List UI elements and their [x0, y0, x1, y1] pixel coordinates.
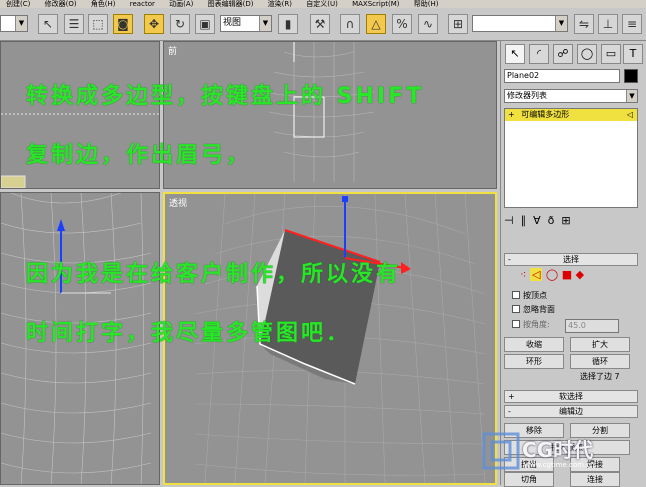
- menu-help[interactable]: 帮助(H): [414, 0, 439, 8]
- named-selection-dropdown[interactable]: ▼: [472, 15, 568, 32]
- select-manipulate-icon[interactable]: ⚒: [310, 14, 330, 34]
- angle-spinner[interactable]: 45.0: [565, 319, 619, 333]
- border-mode-icon[interactable]: ◯: [546, 268, 558, 281]
- create-tab-icon[interactable]: ↖: [505, 44, 525, 64]
- selection-status: 选择了边 7: [580, 372, 620, 381]
- remove-modifier-icon[interactable]: ð: [548, 214, 562, 227]
- menu-modifiers[interactable]: 修改器(O): [45, 0, 77, 8]
- overlay-text-line4: 时间打字，我尽量多管图吧．: [26, 321, 352, 346]
- snap-toggle-icon[interactable]: ∩: [340, 14, 360, 34]
- utilities-tab-icon[interactable]: T: [623, 44, 643, 64]
- shrink-button[interactable]: 收缩: [504, 337, 564, 352]
- menu-create[interactable]: 创建(C): [6, 0, 30, 8]
- move-icon[interactable]: ✥: [144, 14, 164, 34]
- display-tab-icon[interactable]: ▭: [601, 44, 621, 64]
- hierarchy-tab-icon[interactable]: ☍: [553, 44, 573, 64]
- polygon-mode-icon[interactable]: ■: [562, 268, 572, 281]
- by-angle-checkbox[interactable]: 按角度:: [512, 320, 550, 330]
- motion-tab-icon[interactable]: ◯: [577, 44, 597, 64]
- object-color-swatch[interactable]: [624, 69, 638, 83]
- edge-mode-icon[interactable]: ◁: [529, 268, 543, 281]
- spinner-snap-icon[interactable]: ∿: [418, 14, 438, 34]
- overlay-text-line2: 复制边，作出眉弓，: [26, 143, 252, 168]
- edit-edges-rollout-header[interactable]: - 编辑边: [504, 405, 638, 418]
- percent-snap-icon[interactable]: %: [392, 14, 412, 34]
- selection-filter-dropdown[interactable]: ▼: [0, 15, 28, 32]
- element-mode-icon[interactable]: ◆: [576, 268, 584, 281]
- menu-customize[interactable]: 自定义(U): [306, 0, 338, 8]
- menu-reactor[interactable]: reactor: [130, 0, 155, 8]
- mirror-icon[interactable]: ⇋: [574, 14, 594, 34]
- modifier-stack: + 可编辑多边形 ◁: [504, 108, 638, 208]
- stack-item-editable-poly[interactable]: + 可编辑多边形 ◁: [505, 109, 637, 121]
- logo-url: www.cgtime.com.cn: [524, 461, 595, 469]
- object-name-field[interactable]: Plane02: [504, 69, 620, 83]
- configure-icon[interactable]: ⊞: [561, 214, 577, 227]
- rect-selection-icon[interactable]: ⬚: [88, 14, 108, 34]
- window-crossing-icon[interactable]: ◙: [113, 14, 133, 34]
- triangle-icon: ◁: [626, 110, 633, 119]
- scale-icon[interactable]: ▣: [195, 14, 215, 34]
- chevron-down-icon: ▼: [259, 16, 271, 31]
- subobject-icons: ⁖ ◁ ◯ ■ ◆: [520, 268, 630, 284]
- plus-icon: +: [508, 110, 515, 119]
- layer-icon[interactable]: ≡: [622, 14, 642, 34]
- select-by-name-icon[interactable]: ☰: [64, 14, 84, 34]
- pin-stack-icon[interactable]: ⊣: [504, 214, 521, 227]
- overlay-text-line1: 转换成多边型，按键盘上的 SHIFT: [26, 84, 425, 109]
- chevron-down-icon: ▼: [626, 90, 637, 102]
- menu-animation[interactable]: 动画(A): [169, 0, 193, 8]
- overlay-text-line3: 因为我是在给客户制作，所以没有: [26, 262, 402, 287]
- chevron-down-icon: ▼: [15, 16, 27, 31]
- angle-snap-icon[interactable]: △: [366, 14, 386, 34]
- menu-character[interactable]: 角色(H): [91, 0, 116, 8]
- named-selection-icon[interactable]: ⊞: [448, 14, 468, 34]
- cg-time-logo: CG时代 www.cgtime.com.cn: [478, 428, 628, 476]
- make-unique-icon[interactable]: ∀: [533, 214, 548, 227]
- soft-selection-rollout-header[interactable]: + 软选择: [504, 390, 638, 403]
- ignore-backfacing-checkbox[interactable]: 忽略背面: [512, 305, 555, 315]
- logo-brand: CG时代: [522, 438, 594, 462]
- menu-bar: 创建(C) 修改器(O) 角色(H) reactor 动画(A) 图表编辑器(D…: [0, 0, 646, 8]
- modifier-list-dropdown[interactable]: 修改器列表 ▼: [504, 89, 638, 103]
- menu-maxscript[interactable]: MAXScript(M): [352, 0, 399, 8]
- vertex-mode-icon[interactable]: ⁖: [520, 268, 526, 281]
- by-vertex-checkbox[interactable]: 按顶点: [512, 291, 547, 301]
- pivot-center-icon[interactable]: ▮: [278, 14, 298, 34]
- main-toolbar: ▼ ↖ ☰ ⬚ ◙ ✥ ↻ ▣ 视图 ▼ ▮ ⚒ ∩ △ % ∿ ⊞ ▼ ⇋ ⊥ …: [0, 8, 646, 41]
- menu-graph-editors[interactable]: 图表编辑器(D): [208, 0, 254, 8]
- chevron-down-icon: ▼: [555, 16, 567, 31]
- select-object-icon[interactable]: ↖: [38, 14, 58, 34]
- align-icon[interactable]: ⊥: [598, 14, 618, 34]
- grow-button[interactable]: 扩大: [570, 337, 630, 352]
- stack-tools: ⊣∥∀ð⊞: [504, 214, 638, 234]
- rotate-icon[interactable]: ↻: [170, 14, 190, 34]
- ring-button[interactable]: 环形: [504, 354, 564, 369]
- loop-button[interactable]: 循环: [570, 354, 630, 369]
- menu-rendering[interactable]: 渲染(R): [268, 0, 292, 8]
- reference-coord-dropdown[interactable]: 视图 ▼: [220, 15, 272, 32]
- modify-tab-icon[interactable]: ◜: [529, 44, 549, 64]
- show-end-result-icon[interactable]: ∥: [521, 214, 534, 227]
- selection-rollout-header[interactable]: - 选择: [504, 253, 638, 266]
